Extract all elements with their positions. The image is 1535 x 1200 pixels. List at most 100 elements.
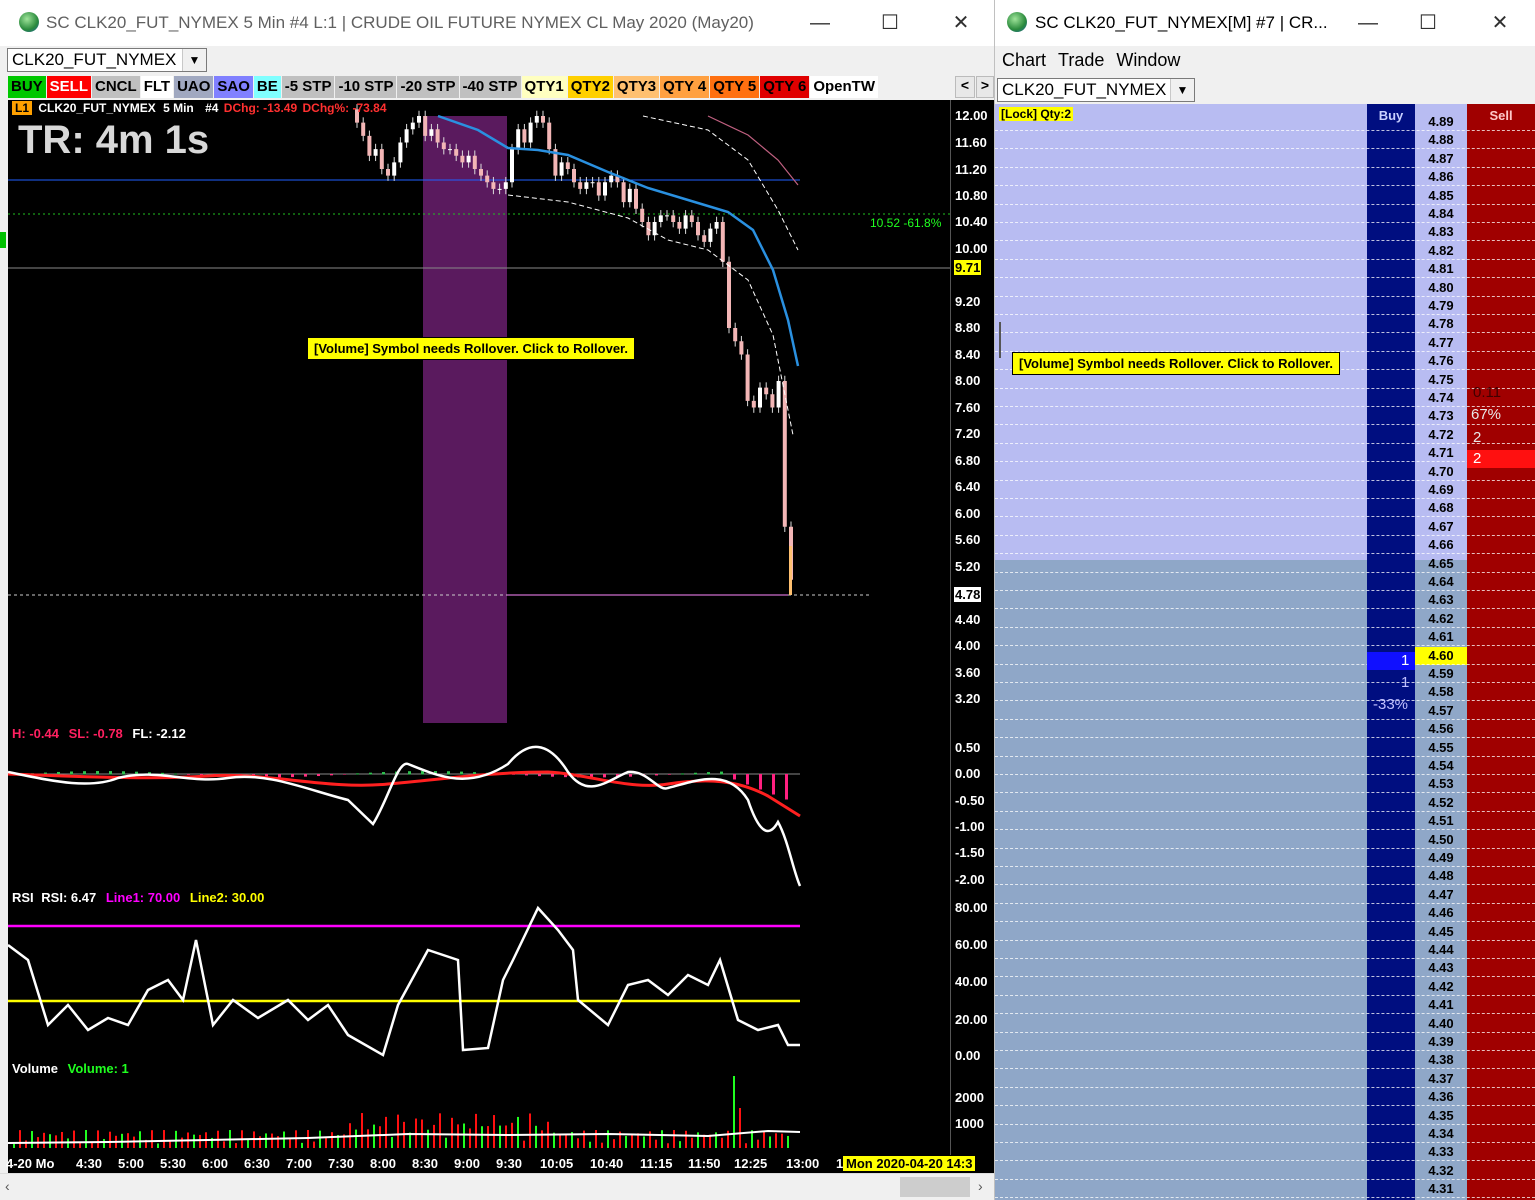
price-row[interactable]: 4.33 xyxy=(1415,1143,1467,1161)
price-row[interactable]: 4.65 xyxy=(1415,555,1467,573)
toolbar-button-uao[interactable]: UAO xyxy=(174,76,214,98)
scroll-left-icon[interactable]: ‹ xyxy=(5,1178,10,1194)
price-row[interactable]: 4.89 xyxy=(1415,113,1467,131)
price-row[interactable]: 4.31 xyxy=(1415,1180,1467,1198)
price-row[interactable]: 4.46 xyxy=(1415,904,1467,922)
close-button[interactable]: ✕ xyxy=(938,6,984,40)
price-row[interactable]: 4.81 xyxy=(1415,260,1467,278)
toolbar-button-flt[interactable]: FLT xyxy=(140,76,174,98)
price-row[interactable]: 4.77 xyxy=(1415,334,1467,352)
chevron-down-icon[interactable]: ▼ xyxy=(1170,79,1194,101)
toolbar-button-cncl[interactable]: CNCL xyxy=(92,76,140,98)
price-row[interactable]: 4.56 xyxy=(1415,720,1467,738)
price-row[interactable]: 4.84 xyxy=(1415,205,1467,223)
price-row[interactable]: 4.69 xyxy=(1415,481,1467,499)
price-row[interactable]: 4.67 xyxy=(1415,518,1467,536)
price-row[interactable]: 4.83 xyxy=(1415,223,1467,241)
menu-item-window[interactable]: Window xyxy=(1116,50,1180,76)
lock-qty-badge[interactable]: [Lock] Qty:2 xyxy=(999,107,1074,121)
toolbar-button--5-stp[interactable]: -5 STP xyxy=(281,76,335,98)
price-row[interactable]: 4.40 xyxy=(1415,1015,1467,1033)
price-row[interactable]: 4.75 xyxy=(1415,371,1467,389)
sell-column[interactable] xyxy=(1467,104,1535,1200)
price-row[interactable]: 4.82 xyxy=(1415,242,1467,260)
rollover-notice[interactable]: [Volume] Symbol needs Rollover. Click to… xyxy=(1012,352,1340,375)
toolbar-button-qty2[interactable]: QTY2 xyxy=(567,76,613,98)
price-row[interactable]: 4.64 xyxy=(1415,573,1467,591)
toolbar-button-be[interactable]: BE xyxy=(253,76,281,98)
toolbar-button-opentw[interactable]: OpenTW xyxy=(810,76,878,98)
toolbar-button-qty-4[interactable]: QTY 4 xyxy=(660,76,710,98)
price-row[interactable]: 4.70 xyxy=(1415,463,1467,481)
price-row[interactable]: 4.42 xyxy=(1415,978,1467,996)
price-row[interactable]: 4.48 xyxy=(1415,867,1467,885)
price-row[interactable]: 4.44 xyxy=(1415,941,1467,959)
price-row[interactable]: 4.73 xyxy=(1415,407,1467,425)
maximize-button[interactable]: ☐ xyxy=(867,6,913,40)
minimize-button[interactable]: — xyxy=(797,6,843,40)
price-row[interactable]: 4.72 xyxy=(1415,426,1467,444)
price-row[interactable]: 4.53 xyxy=(1415,775,1467,793)
price-row[interactable]: 4.59 xyxy=(1415,665,1467,683)
price-row[interactable]: 4.66 xyxy=(1415,536,1467,554)
close-button[interactable]: ✕ xyxy=(1477,6,1523,40)
price-row[interactable]: 4.58 xyxy=(1415,683,1467,701)
price-row[interactable]: 4.38 xyxy=(1415,1051,1467,1069)
scrollbar-thumb[interactable] xyxy=(900,1177,970,1197)
price-row[interactable]: 4.74 xyxy=(1415,389,1467,407)
price-row[interactable]: 4.86 xyxy=(1415,168,1467,186)
chart-titlebar[interactable]: SC CLK20_FUT_NYMEX 5 Min #4 L:1 | CRUDE … xyxy=(0,0,994,46)
toolbar-button-qty3[interactable]: QTY3 xyxy=(613,76,660,98)
dom-symbol-select[interactable]: CLK20_FUT_NYMEX ▼ xyxy=(997,78,1195,102)
price-row[interactable]: 4.57 xyxy=(1415,702,1467,720)
price-row[interactable]: 4.55 xyxy=(1415,739,1467,757)
symbol-select[interactable]: CLK20_FUT_NYMEX ▼ xyxy=(7,48,207,72)
price-row[interactable]: 4.54 xyxy=(1415,757,1467,775)
toolbar-button--20-stp[interactable]: -20 STP xyxy=(397,76,459,98)
dom-titlebar[interactable]: SC CLK20_FUT_NYMEX[M] #7 | CR... — ☐ ✕ xyxy=(995,0,1535,46)
price-row[interactable]: 4.80 xyxy=(1415,279,1467,297)
price-row[interactable]: 4.52 xyxy=(1415,794,1467,812)
price-row[interactable]: 4.87 xyxy=(1415,150,1467,168)
price-row[interactable]: 4.51 xyxy=(1415,812,1467,830)
price-row[interactable]: 4.36 xyxy=(1415,1088,1467,1106)
maximize-button[interactable]: ☐ xyxy=(1405,6,1451,40)
price-row[interactable]: 4.68 xyxy=(1415,499,1467,517)
price-row[interactable]: 4.88 xyxy=(1415,131,1467,149)
toolbar-scroll-right-button[interactable]: > xyxy=(976,76,994,98)
toolbar-button-qty-6[interactable]: QTY 6 xyxy=(760,76,810,98)
price-row[interactable]: 4.34 xyxy=(1415,1125,1467,1143)
price-row[interactable]: 4.76 xyxy=(1415,352,1467,370)
price-row[interactable]: 4.78 xyxy=(1415,315,1467,333)
time-axis[interactable]: 4-20 Mo 4:30 5:00 5:30 6:00 6:30 7:00 7:30 8:00 8… xyxy=(6,1155,994,1173)
toolbar-button-buy[interactable]: BUY xyxy=(8,76,46,98)
price-row[interactable]: 4.49 xyxy=(1415,849,1467,867)
price-row[interactable]: 4.85 xyxy=(1415,187,1467,205)
current-price-row[interactable]: 4.60 xyxy=(1415,646,1467,665)
rollover-notice[interactable]: [Volume] Symbol needs Rollover. Click to… xyxy=(307,337,635,360)
toolbar-button-sao[interactable]: SAO xyxy=(214,76,253,98)
minimize-button[interactable]: — xyxy=(1345,6,1391,40)
price-row[interactable]: 4.71 xyxy=(1415,444,1467,462)
price-row[interactable]: 4.45 xyxy=(1415,923,1467,941)
toolbar-button-qty-5[interactable]: QTY 5 xyxy=(710,76,760,98)
toolbar-button-qty1[interactable]: QTY1 xyxy=(521,76,567,98)
price-row[interactable]: 4.35 xyxy=(1415,1107,1467,1125)
scroll-right-icon[interactable]: › xyxy=(978,1178,983,1194)
price-scale[interactable]: 12.00 11.60 11.20 10.80 10.40 10.00 9.20 8.80 8.… xyxy=(950,100,994,1155)
toolbar-scroll-left-button[interactable]: < xyxy=(955,76,975,98)
price-row[interactable]: 4.50 xyxy=(1415,831,1467,849)
price-row[interactable]: 4.41 xyxy=(1415,996,1467,1014)
price-chart[interactable]: L1 CLK20_FUT_NYMEX 5 Min #4 DChg: -13.49… xyxy=(8,100,950,1155)
price-row[interactable]: 4.63 xyxy=(1415,591,1467,609)
price-row[interactable]: 4.79 xyxy=(1415,297,1467,315)
price-row[interactable]: 4.61 xyxy=(1415,628,1467,646)
price-row[interactable]: 4.39 xyxy=(1415,1033,1467,1051)
price-row[interactable]: 4.32 xyxy=(1415,1162,1467,1180)
price-ladder[interactable]: Buy Sell [Lock] Qty:2 4.89 4.88 4.87 4.86 4.… xyxy=(995,104,1535,1200)
price-row[interactable]: 4.37 xyxy=(1415,1070,1467,1088)
menu-item-chart[interactable]: Chart xyxy=(1002,50,1046,76)
toolbar-button-sell[interactable]: SELL xyxy=(46,76,92,98)
toolbar-button--10-stp[interactable]: -10 STP xyxy=(335,76,397,98)
horizontal-scrollbar[interactable]: ‹ › xyxy=(0,1173,994,1200)
